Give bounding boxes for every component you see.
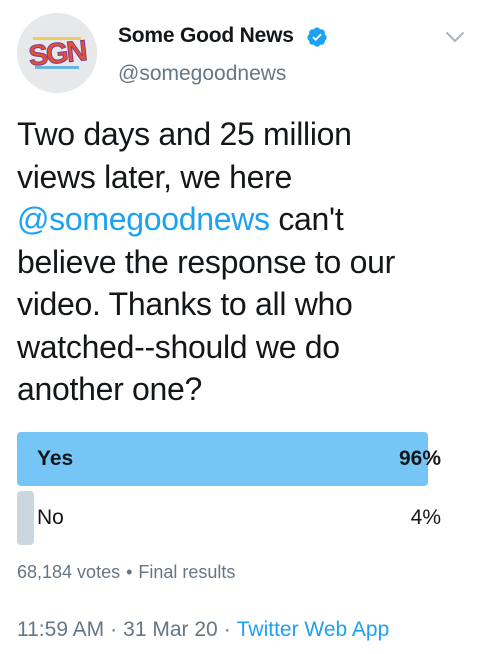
poll-option-label: No xyxy=(37,506,64,529)
poll: Yes 96% No 4% xyxy=(17,432,445,550)
vote-count: 68,184 votes xyxy=(17,562,121,582)
tweet-text-line: views later, we here xyxy=(17,158,293,195)
tweet-text-line: another one? xyxy=(17,371,203,407)
poll-meta: 68,184 votes • Final results xyxy=(17,562,235,583)
tweet-time[interactable]: 11:59 AM xyxy=(17,618,104,641)
avatar[interactable]: SGN xyxy=(17,13,97,93)
footer-separator: · xyxy=(223,618,231,641)
poll-bar-yes xyxy=(17,432,428,486)
footer-separator: · xyxy=(110,618,118,641)
poll-option-no: No 4% xyxy=(17,491,445,545)
user-handle[interactable]: @somegoodnews xyxy=(118,62,286,86)
poll-option-label: Yes xyxy=(37,447,74,470)
tweet-text-line: can't xyxy=(269,201,344,237)
tweet-text-line: Two days and 25 million xyxy=(17,116,352,152)
tweet-text-line: watched--should we do xyxy=(17,328,340,365)
poll-option-percent: 96% xyxy=(398,447,441,470)
tweet-text: Two days and 25 million views later, we … xyxy=(17,113,467,411)
poll-bar-no xyxy=(17,491,35,545)
meta-separator: • xyxy=(126,562,133,582)
verified-badge-icon xyxy=(307,27,327,47)
tweet-date[interactable]: 31 Mar 20 xyxy=(123,618,218,641)
sgn-logo: SGN xyxy=(17,13,97,93)
tweet-card: SGN Some Good News @somegoodnews Two day… xyxy=(0,0,480,654)
poll-option-yes: Yes 96% xyxy=(17,432,445,486)
timestamp-line: 11:59 AM · 31 Mar 20 · Twitter Web App xyxy=(17,618,389,642)
tweet-text-line: video. Thanks to all who xyxy=(17,286,353,322)
tweet-source-link[interactable]: Twitter Web App xyxy=(237,618,390,641)
poll-option-percent: 4% xyxy=(410,506,441,529)
display-name[interactable]: Some Good News xyxy=(118,24,294,48)
tweet-text-line: believe the response to our xyxy=(17,243,395,280)
mention-link[interactable]: @somegoodnews xyxy=(17,201,270,237)
poll-status: Final results xyxy=(138,562,236,582)
chevron-down-icon[interactable] xyxy=(444,28,466,46)
